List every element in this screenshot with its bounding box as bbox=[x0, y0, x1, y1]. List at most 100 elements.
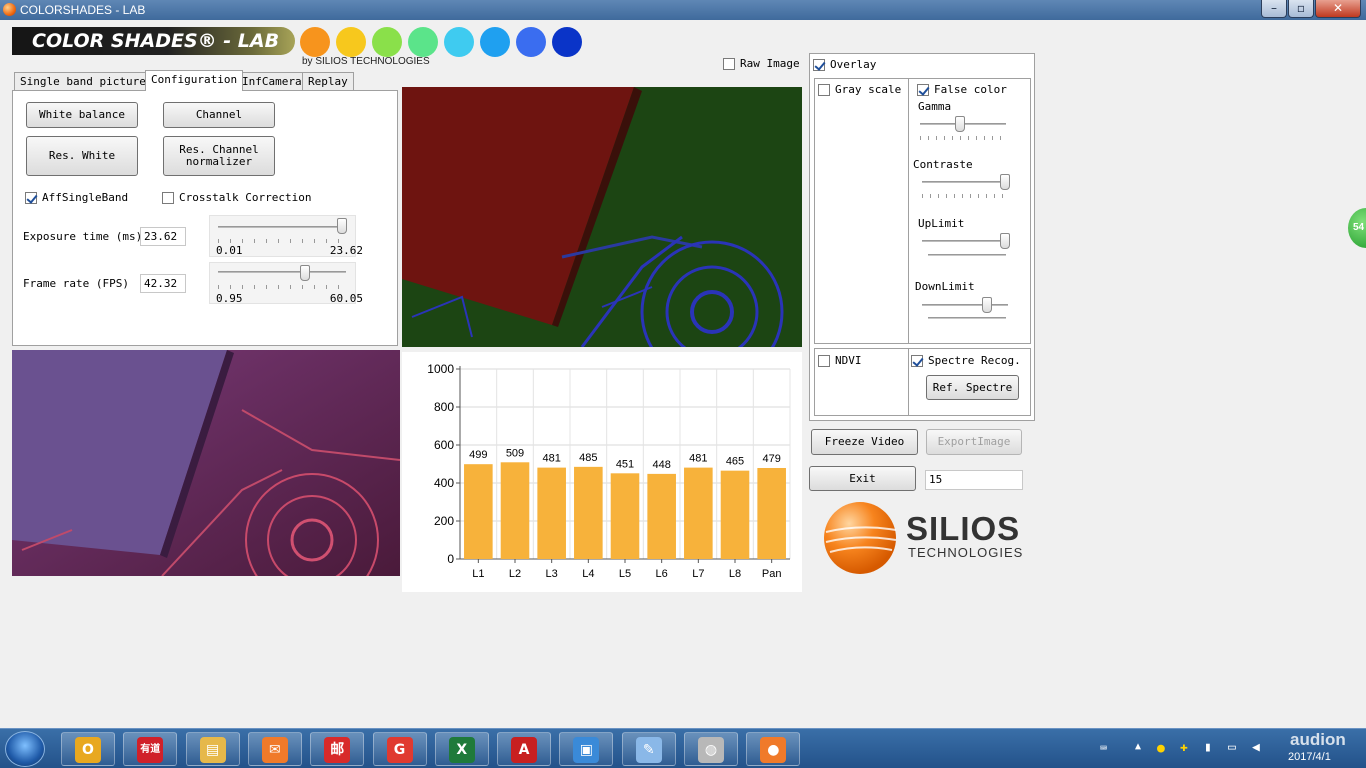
overlay-label: Overlay bbox=[830, 58, 877, 71]
tab-single-band[interactable]: Single band pictures bbox=[14, 72, 159, 90]
x-tick-label: L5 bbox=[619, 568, 631, 580]
counter-field[interactable]: 15 bbox=[925, 470, 1023, 490]
taskbar-mail-button[interactable]: 邮 bbox=[310, 732, 365, 766]
gray-scale-check[interactable] bbox=[818, 83, 830, 96]
frame-rate-slider-thumb[interactable] bbox=[299, 265, 310, 281]
mail-icon: 邮 bbox=[324, 737, 351, 763]
start-button[interactable] bbox=[5, 731, 45, 767]
exposure-slider[interactable]: 0.01 23.62 bbox=[209, 215, 363, 257]
bar-value-label: 481 bbox=[689, 453, 707, 465]
gamma-slider-thumb[interactable] bbox=[954, 116, 965, 132]
color-swatch-7[interactable] bbox=[516, 27, 546, 57]
device-icon[interactable]: ▮ bbox=[1204, 740, 1212, 755]
uplimit-slider[interactable] bbox=[920, 231, 1012, 261]
frame-rate-slider[interactable]: 0.95 60.05 bbox=[209, 262, 363, 305]
color-swatch-2[interactable] bbox=[336, 27, 366, 57]
crosstalk-check[interactable] bbox=[162, 191, 174, 204]
x-tick-label: Pan bbox=[762, 568, 782, 580]
bar-Pan bbox=[757, 467, 786, 559]
network-icon[interactable]: ▭ bbox=[1228, 740, 1236, 755]
false-color-checkbox[interactable]: False color bbox=[917, 83, 1007, 96]
gray-scale-checkbox[interactable]: Gray scale bbox=[818, 83, 901, 96]
spectre-recog-label: Spectre Recog. bbox=[928, 354, 1021, 367]
ndvi-label: NDVI bbox=[835, 354, 862, 367]
spectre-recog-check[interactable] bbox=[911, 354, 923, 367]
exposure-label: Exposure time (ms) bbox=[23, 230, 143, 243]
tab-configuration[interactable]: Configuration bbox=[145, 70, 244, 91]
gamma-slider[interactable] bbox=[918, 114, 1010, 144]
grayscale-group bbox=[814, 78, 909, 344]
volume-icon[interactable]: ◀ bbox=[1252, 740, 1260, 755]
spectre-recog-checkbox[interactable]: Spectre Recog. bbox=[911, 354, 1021, 367]
by-silios-label: by SILIOS TECHNOLOGIES bbox=[302, 56, 430, 67]
raw-image-check[interactable] bbox=[723, 57, 735, 70]
color-swatch-6[interactable] bbox=[480, 27, 510, 57]
white-balance-button[interactable]: White balance bbox=[26, 102, 138, 128]
res-channel-normalizer-button[interactable]: Res. Channel normalizer bbox=[163, 136, 275, 176]
overlay-checkbox[interactable]: Overlay bbox=[813, 58, 876, 71]
edge-floating-badge[interactable]: 54 bbox=[1348, 208, 1366, 248]
exposure-input[interactable]: 23.62 bbox=[140, 227, 186, 246]
frame-rate-min: 0.95 bbox=[216, 292, 243, 305]
false-color-label: False color bbox=[934, 83, 1007, 96]
color-swatch-5[interactable] bbox=[444, 27, 474, 57]
taskbar-explorer-button[interactable]: ▤ bbox=[185, 732, 240, 766]
bar-L3 bbox=[537, 467, 566, 559]
taskbar-sogou-button[interactable]: G bbox=[372, 732, 427, 766]
bar-value-label: 509 bbox=[506, 447, 524, 459]
crosstalk-checkbox[interactable]: Crosstalk Correction bbox=[162, 191, 311, 204]
taskbar-colorshades-button[interactable]: ● bbox=[746, 732, 801, 766]
bar-value-label: 451 bbox=[616, 458, 634, 470]
uplimit-slider-thumb[interactable] bbox=[1000, 233, 1011, 249]
contraste-slider[interactable] bbox=[920, 172, 1012, 202]
freeze-video-button[interactable]: Freeze Video bbox=[811, 429, 918, 455]
affsingleband-checkbox[interactable]: AffSingleBand bbox=[25, 191, 128, 204]
taskbar-globe-button[interactable]: ◍ bbox=[684, 732, 738, 766]
color-swatch-1[interactable] bbox=[300, 27, 330, 57]
ndvi-check[interactable] bbox=[818, 354, 830, 367]
downlimit-slider-thumb[interactable] bbox=[981, 297, 992, 313]
downlimit-slider[interactable] bbox=[920, 295, 1012, 325]
taskbar-foxmail-button[interactable]: ✉ bbox=[247, 732, 302, 766]
exposure-slider-thumb[interactable] bbox=[337, 218, 347, 234]
false-color-check[interactable] bbox=[917, 83, 929, 96]
raw-image-checkbox[interactable]: Raw Image bbox=[723, 57, 800, 70]
add-icon[interactable]: ✚ bbox=[1180, 740, 1188, 755]
tab-infcamera[interactable]: InfCamera bbox=[236, 72, 308, 90]
sogou-icon: G bbox=[386, 737, 413, 763]
color-swatch-8[interactable] bbox=[552, 27, 582, 57]
qq-icon[interactable]: ● bbox=[1157, 741, 1165, 756]
close-button[interactable]: ✕ bbox=[1315, 0, 1361, 18]
gamma-label: Gamma bbox=[918, 100, 952, 113]
frame-rate-input[interactable]: 42.32 bbox=[140, 274, 186, 293]
channel-button[interactable]: Channel bbox=[163, 102, 275, 128]
taskbar-youdao-button[interactable]: 有道 bbox=[123, 732, 178, 766]
taskbar-paint-button[interactable]: ✎ bbox=[621, 732, 676, 766]
silios-name: SILIOS bbox=[906, 510, 1021, 547]
maximize-button[interactable]: ▫ bbox=[1288, 0, 1314, 18]
exposure-min: 0.01 bbox=[216, 244, 243, 257]
affsingleband-check[interactable] bbox=[25, 191, 37, 204]
bar-L7 bbox=[684, 467, 713, 559]
export-image-button[interactable]: ExportImage bbox=[926, 429, 1022, 455]
minimize-button[interactable]: – bbox=[1261, 0, 1287, 18]
keyboard-icon[interactable]: ⌨ bbox=[1100, 741, 1107, 755]
ndvi-checkbox[interactable]: NDVI bbox=[818, 354, 862, 367]
overlay-check[interactable] bbox=[813, 58, 825, 71]
color-swatch-3[interactable] bbox=[372, 27, 402, 57]
foxmail-icon: ✉ bbox=[261, 737, 288, 763]
taskbar-pdf-button[interactable]: A bbox=[497, 732, 552, 766]
frame-rate-max: 60.05 bbox=[329, 292, 363, 305]
contraste-slider-thumb[interactable] bbox=[1000, 174, 1011, 190]
taskbar-photos-button[interactable]: ▣ bbox=[559, 732, 614, 766]
taskbar-excel-button[interactable]: X bbox=[434, 732, 489, 766]
taskbar-outlook-button[interactable]: O bbox=[61, 732, 115, 766]
res-white-button[interactable]: Res. White bbox=[26, 136, 138, 176]
color-swatch-4[interactable] bbox=[408, 27, 438, 57]
tray-date[interactable]: 2017/4/1 bbox=[1288, 751, 1331, 763]
exit-button[interactable]: Exit bbox=[809, 466, 916, 491]
tab-replay[interactable]: Replay bbox=[302, 72, 354, 90]
ref-spectre-button[interactable]: Ref. Spectre bbox=[926, 375, 1019, 400]
single-band-camera-image bbox=[12, 350, 400, 576]
tray-expand-icon[interactable]: ▲ bbox=[1135, 741, 1141, 752]
